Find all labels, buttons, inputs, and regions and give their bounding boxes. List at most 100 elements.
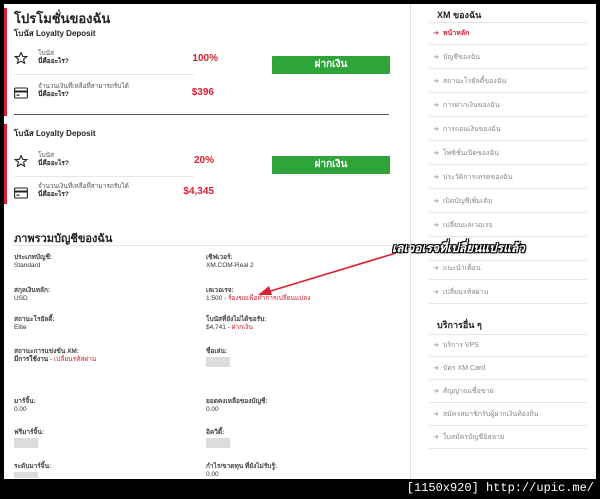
sidebar-item-refer-friend[interactable]: ➔ แนะนำเพื่อน (429, 258, 587, 280)
arrow-right-icon: ➔ (433, 54, 439, 61)
sidebar-item-label: บัตร XM Card (442, 365, 486, 372)
sidebar-item-label: สถานะโรยัลตี้ของฉัน (442, 78, 507, 85)
row-divider (14, 176, 194, 177)
unclaimed-value: $4,741 (206, 324, 226, 331)
redacted-value (206, 438, 230, 448)
promo-block-title: โบนัส Loyalty Deposit (14, 129, 96, 138)
bonus-label: โบนัส (38, 152, 55, 159)
sidebar-item-label: โพซิชั่นเปิดของฉัน (442, 150, 499, 157)
sidebar-item-vps[interactable]: ➔ บริการ VPS (429, 335, 587, 357)
sidebar-item-islamic-account[interactable]: ➔ ใบสมัครบัญชีอิสลาม (429, 427, 587, 449)
sidebar-item-label: เปิดบัญชีเพิ่มเติม (442, 198, 493, 205)
what-is-this-link[interactable]: นี่คืออะไร? (38, 160, 69, 167)
leverage-value: 1:500 (206, 295, 223, 302)
block-divider (14, 114, 389, 115)
arrow-right-icon: ➔ (433, 198, 439, 205)
bonus-row-label: โบนัส นี่คืออะไร? (38, 152, 148, 168)
field-label: กำไร/ขาดทุน ที่ยังไม่รับรู้: (206, 463, 278, 470)
sidebar-item-label: เปลี่ยนแลเวอเรจ (442, 222, 493, 229)
arrow-right-icon: ➔ (433, 365, 439, 372)
bonus-label: โบนัส (38, 50, 55, 57)
arrow-right-icon: ➔ (433, 342, 439, 349)
field-label: ประเภทบัญชี: (14, 254, 53, 261)
currency-field: สกุลเงินหลัก: USD (14, 287, 50, 303)
arrow-right-icon: ➔ (433, 150, 439, 157)
arrow-right-icon: ➔ (433, 388, 439, 395)
sidebar-item-open-positions[interactable]: ➔ โพซิชั่นเปิดของฉัน (429, 143, 587, 165)
redacted-value (14, 472, 38, 478)
arrow-right-icon: ➔ (433, 126, 439, 133)
field-label: มาร์จิ้น: (14, 398, 36, 405)
sidebar-item-deposits[interactable]: ➔ การฝากเงินของฉัน (429, 95, 587, 117)
page-frame: โปรโมชั่นของฉัน โบนัส Loyalty Deposit โบ… (4, 4, 596, 479)
field-label: โบนัสที่ยังไม่ได้ขอรับ: (206, 316, 267, 323)
field-label: อิควิตี้: (206, 429, 225, 436)
card-icon (14, 187, 28, 199)
sidebar-item-change-password[interactable]: ➔ เปลี่ยนรหัสผ่าน (429, 282, 587, 304)
deposit-link[interactable]: ฝากเงิน (232, 324, 253, 331)
row-divider (14, 74, 194, 75)
sidebar-item-trade-history[interactable]: ➔ ประวัติการเทรดของฉัน (429, 167, 587, 189)
field-label: ฟรีมาร์จิ้น: (14, 429, 44, 436)
main-content: โปรโมชั่นของฉัน โบนัส Loyalty Deposit โบ… (4, 4, 396, 479)
sidebar-item-open-additional-account[interactable]: ➔ เปิดบัญชีเพิ่มเติม (429, 191, 587, 213)
watermark-bar: [1150x920] http://upic.me/ (0, 479, 600, 499)
amount-row-label: จำนวนเงินที่เหลือที่สามารถรับได้ นี่คืออ… (38, 83, 148, 99)
bonus-percent: 100% (192, 53, 218, 64)
account-type-field: ประเภทบัญชี: Standard (14, 254, 52, 270)
sidebar-item-change-leverage[interactable]: ➔ เปลี่ยนแลเวอเรจ (429, 215, 587, 237)
sidebar-item-loyalty-status[interactable]: ➔ สถานะโรยัลตี้ของฉัน (429, 71, 587, 93)
balance-field: ยอดคงเหลือของบัญชี: 0.00 (206, 398, 268, 414)
sidebar-item-label: ประวัติการเทรดของฉัน (442, 174, 513, 181)
what-is-this-link[interactable]: นี่คืออะไร? (38, 191, 69, 198)
bonus-percent: 20% (193, 155, 214, 166)
field-value: USD (14, 295, 28, 302)
sidebar-item-trading-signals[interactable]: ➔ สัญญาณเชื่อขาย (429, 381, 587, 403)
deposit-button[interactable]: ฝากเงิน (272, 156, 390, 174)
sidebar-item-xm-card[interactable]: ➔ บัตร XM Card (429, 358, 587, 380)
sidebar-item-label: บัญชีของฉัน (442, 54, 480, 61)
change-password-link[interactable]: เปลี่ยนรหัสผ่าน (54, 356, 96, 363)
sidebar-item-label: แนะนำเพื่อน (442, 265, 481, 272)
arrow-right-icon: ➔ (433, 102, 439, 109)
promo-block-title: โบนัส Loyalty Deposit (14, 29, 96, 38)
arrow-right-icon: ➔ (433, 78, 439, 85)
field-label: สกุลเงินหลัก: (14, 287, 51, 294)
field-label: ระดับมาร์จิ้น: (14, 463, 52, 470)
deposit-button[interactable]: ฝากเงิน (272, 56, 390, 74)
sidebar-item-my-accounts[interactable]: ➔ บัญชีของฉัน (429, 47, 587, 69)
amount-value: $4,345 (183, 186, 214, 197)
what-is-this-link[interactable]: นี่คืออะไร? (38, 58, 69, 65)
field-label: ยอดคงเหลือของบัญชี: (206, 398, 268, 405)
sidebar-item-label: การฝากเงินของฉัน (442, 102, 500, 109)
unrealized-pl-field: กำไร/ขาดทุน ที่ยังไม่รับรู้: 0.00 (206, 463, 277, 479)
what-is-this-link[interactable]: นี่คืออะไร? (38, 91, 69, 98)
field-label: สถานะโรยัลตี้: (14, 316, 55, 323)
sidebar-item-label: สมัครสมาชิกรับผู้ฝากเงินท้องถิ่น (442, 411, 539, 418)
arrow-right-icon: ➔ (433, 222, 439, 229)
star-icon (14, 155, 28, 167)
sidebar-item-local-depositor[interactable]: ➔ สมัครสมาชิกรับผู้ฝากเงินท้องถิ่น (429, 404, 587, 426)
competition-status-field: สถานะการแข่งขัน XM: มีการใช้งาน - เปลี่ย… (14, 348, 97, 363)
sidebar-item-label: หน้าหลัก (442, 30, 470, 37)
arrow-right-icon: ➔ (433, 174, 439, 181)
free-margin-field: ฟรีมาร์จิ้น: (14, 429, 44, 451)
field-value: Elite (14, 324, 27, 331)
sidebar-item-home[interactable]: ➔ หน้าหลัก (429, 23, 587, 45)
equity-field: อิควิตี้: (206, 429, 230, 451)
arrow-right-icon: ➔ (433, 30, 439, 37)
arrow-right-icon: ➔ (433, 246, 439, 253)
amount-label: จำนวนเงินที่เหลือที่สามารถรับได้ (38, 83, 129, 90)
watermark-text: [1150x920] http://upic.me/ (406, 481, 594, 495)
sidebar-item-withdrawals[interactable]: ➔ การถอนเงินของฉัน (429, 119, 587, 141)
star-icon (14, 52, 28, 64)
sidebar-item-label: การถอนเงินของฉัน (442, 126, 501, 133)
sidebar-item-label: ใบสมัครบัญชีอิสลาม (442, 434, 505, 441)
unclaimed-bonus-field: โบนัสที่ยังไม่ได้ขอรับ: $4,741 - ฝากเงิน (206, 316, 267, 331)
sidebar: XM ของฉัน ➔ หน้าหลัก ➔ บัญชีของฉัน ➔ สถานะโ… (410, 4, 596, 479)
nickname-field: ชื่อเล่น: (206, 348, 230, 370)
field-label: สถานะการแข่งขัน XM: (14, 348, 79, 355)
promotions-title: โปรโมชั่นของฉัน (14, 11, 111, 26)
redacted-value (206, 357, 230, 367)
annotation-arrow (258, 252, 397, 295)
